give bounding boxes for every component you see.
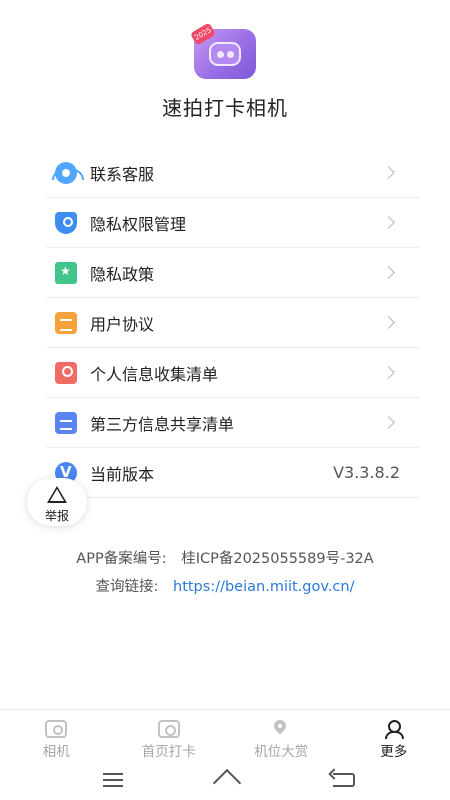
- icp-value: 桂ICP备2025055589号-32A: [181, 551, 374, 567]
- tab-spots[interactable]: 机位大赏: [225, 710, 338, 762]
- menu-item-label: 当前版本: [90, 464, 155, 484]
- tab-label: 机位大赏: [254, 744, 309, 760]
- query-link[interactable]: https://beian.miit.gov.cn/: [173, 579, 354, 595]
- user-icon: [383, 720, 405, 739]
- tab-label: 更多: [380, 744, 408, 760]
- report-button[interactable]: 举报: [27, 478, 87, 526]
- menu-item-privacy-policy[interactable]: 隐私政策: [46, 248, 419, 298]
- tab-camera[interactable]: 相机: [0, 710, 113, 762]
- menu-item-label: 个人信息收集清单: [90, 364, 219, 384]
- settings-menu: 联系客服 隐私权限管理 隐私政策 用户协议 个人信息收集清单 第三方信息共享清单…: [46, 148, 419, 498]
- warning-icon: [47, 486, 67, 503]
- customer-service-icon: [52, 161, 84, 184]
- photo-icon: [157, 720, 180, 738]
- list-document-icon: [55, 411, 77, 434]
- chevron-right-icon: [382, 366, 395, 379]
- document-icon: [55, 311, 77, 334]
- menu-item-label: 用户协议: [90, 314, 155, 334]
- version-value: V3.3.8.2: [333, 463, 400, 482]
- tab-label: 相机: [42, 744, 70, 760]
- system-navigation-bar: [0, 762, 450, 800]
- bookmark-star-icon: [55, 261, 77, 284]
- back-icon[interactable]: [333, 773, 355, 787]
- home-icon[interactable]: [212, 772, 240, 788]
- camera-logo-icon: [209, 42, 241, 66]
- menu-item-privacy-permissions[interactable]: 隐私权限管理: [46, 198, 419, 248]
- menu-item-third-party-sharing[interactable]: 第三方信息共享清单: [46, 398, 419, 448]
- menu-item-current-version: 当前版本 V3.3.8.2: [46, 448, 419, 498]
- menu-item-label: 隐私政策: [90, 264, 155, 284]
- chevron-right-icon: [382, 266, 395, 279]
- report-label: 举报: [44, 509, 69, 523]
- bottom-tab-bar: 相机 首页打卡 机位大赏 更多: [0, 709, 450, 762]
- menu-item-user-agreement[interactable]: 用户协议: [46, 298, 419, 348]
- menu-item-personal-info-list[interactable]: 个人信息收集清单: [46, 348, 419, 398]
- chevron-right-icon: [382, 416, 395, 429]
- tab-home-checkin[interactable]: 首页打卡: [113, 710, 226, 762]
- chevron-right-icon: [382, 166, 395, 179]
- app-name: 速拍打卡相机: [162, 96, 288, 120]
- location-pin-icon: [273, 720, 289, 738]
- tab-more[interactable]: 更多: [338, 710, 450, 762]
- query-label: 查询链接:: [95, 579, 159, 595]
- camera-icon: [45, 720, 68, 738]
- app-logo: 2025: [189, 22, 256, 79]
- person-card-icon: [55, 361, 77, 384]
- menu-item-label: 隐私权限管理: [90, 214, 187, 234]
- query-link-line: 查询链接: https://beian.miit.gov.cn/: [0, 575, 450, 596]
- menu-icon[interactable]: [103, 773, 123, 787]
- chevron-right-icon: [382, 216, 395, 229]
- icp-label: APP备案编号:: [76, 551, 167, 567]
- logo-badge: 2025: [189, 22, 217, 46]
- chevron-right-icon: [382, 316, 395, 329]
- icp-record-line: APP备案编号: 桂ICP备2025055589号-32A: [0, 547, 450, 568]
- menu-item-label: 联系客服: [90, 164, 155, 184]
- tab-label: 首页打卡: [141, 744, 196, 760]
- menu-item-label: 第三方信息共享清单: [90, 414, 235, 434]
- shield-key-icon: [55, 211, 77, 234]
- menu-item-contact-service[interactable]: 联系客服: [46, 148, 419, 198]
